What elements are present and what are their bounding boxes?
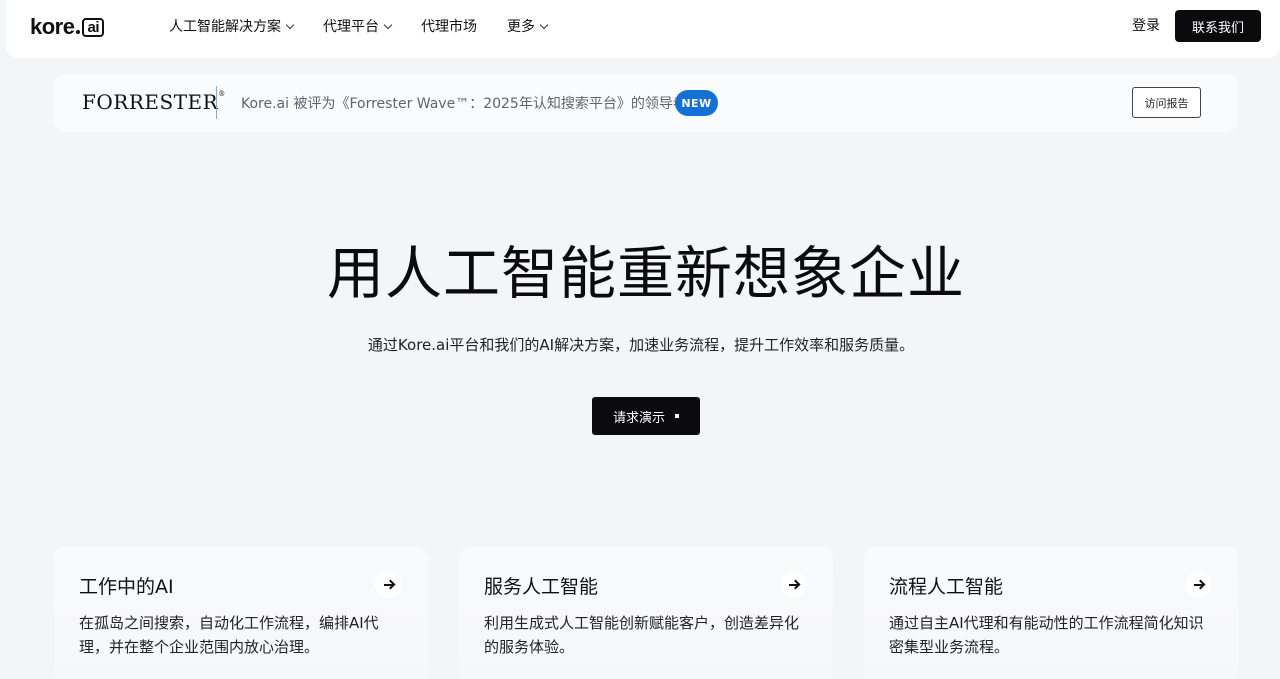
request-demo-button[interactable]: 请求演示 bbox=[592, 397, 700, 435]
registered-mark: ® bbox=[218, 90, 226, 98]
hero-subtitle: 通过Kore.ai平台和我们的AI解决方案，加速业务流程，提升工作效率和服务质量… bbox=[367, 336, 915, 354]
chevron-down-icon bbox=[383, 20, 393, 29]
card-ai-for-process[interactable]: 流程人工智能 通过自主AI代理和有能动性的工作流程简化知识密集型业务流程。 bbox=[864, 546, 1238, 679]
request-demo-label: 请求演示 bbox=[612, 409, 665, 425]
card-ai-for-work[interactable]: 工作中的AI 在孤岛之间搜索，自动化工作流程，编排AI代理，并在整个企业范围内放… bbox=[54, 546, 428, 679]
arrow-right-icon[interactable] bbox=[780, 571, 807, 598]
nav-item-agent-marketplace[interactable]: 代理市场 bbox=[421, 16, 477, 36]
banner-divider bbox=[216, 86, 217, 119]
view-report-button[interactable]: 访问报告 bbox=[1132, 87, 1201, 118]
card-description: 通过自主AI代理和有能动性的工作流程简化知识密集型业务流程。 bbox=[889, 614, 1204, 656]
nav-item-label: 代理市场 bbox=[421, 19, 477, 35]
logo-ai-box: ai bbox=[82, 18, 104, 37]
hero-title: 用人工智能重新想象企业 bbox=[327, 241, 965, 307]
contact-us-button[interactable]: 联系我们 bbox=[1175, 10, 1261, 42]
chevron-down-icon bbox=[285, 20, 295, 29]
card-title: 工作中的AI bbox=[79, 576, 174, 598]
banner-text: Kore.ai 被评为《Forrester Wave™：2025年认知搜索平台》… bbox=[241, 96, 687, 112]
logo-text: kore bbox=[30, 14, 75, 39]
nav-item-label: 人工智能解决方案 bbox=[169, 19, 281, 35]
nav-item-more[interactable]: 更多 bbox=[507, 16, 549, 36]
forrester-logo: FORRESTER® bbox=[82, 90, 226, 114]
square-bullet-icon bbox=[675, 414, 679, 418]
logo-dot bbox=[76, 30, 81, 34]
new-badge: NEW bbox=[675, 90, 718, 116]
forrester-banner: FORRESTER® Kore.ai 被评为《Forrester Wave™：2… bbox=[54, 74, 1238, 132]
chevron-down-icon bbox=[539, 20, 549, 29]
kore-ai-logo[interactable]: kore ai bbox=[30, 14, 104, 39]
top-navbar: kore ai 人工智能解决方案 代理平台 代理市场 更多 登录 联系我们 bbox=[6, 0, 1280, 58]
nav-item-label: 更多 bbox=[507, 19, 535, 35]
nav-item-label: 代理平台 bbox=[323, 19, 379, 35]
card-description: 利用生成式人工智能创新赋能客户，创造差异化的服务体验。 bbox=[484, 614, 800, 656]
login-link[interactable]: 登录 bbox=[1132, 15, 1160, 35]
card-ai-for-service[interactable]: 服务人工智能 利用生成式人工智能创新赋能客户，创造差异化的服务体验。 bbox=[459, 546, 833, 679]
card-title: 服务人工智能 bbox=[484, 576, 599, 598]
nav-item-ai-solutions[interactable]: 人工智能解决方案 bbox=[169, 16, 295, 36]
forrester-logo-text: FORRESTER bbox=[82, 90, 219, 114]
card-description: 在孤岛之间搜索，自动化工作流程，编排AI代理，并在整个企业范围内放心治理。 bbox=[79, 614, 379, 656]
arrow-right-icon[interactable] bbox=[1185, 571, 1212, 598]
nav-item-agent-platform[interactable]: 代理平台 bbox=[323, 16, 393, 36]
nav-menu: 人工智能解决方案 代理平台 代理市场 更多 bbox=[169, 0, 549, 52]
arrow-right-icon[interactable] bbox=[375, 571, 402, 598]
card-title: 流程人工智能 bbox=[889, 576, 1004, 598]
